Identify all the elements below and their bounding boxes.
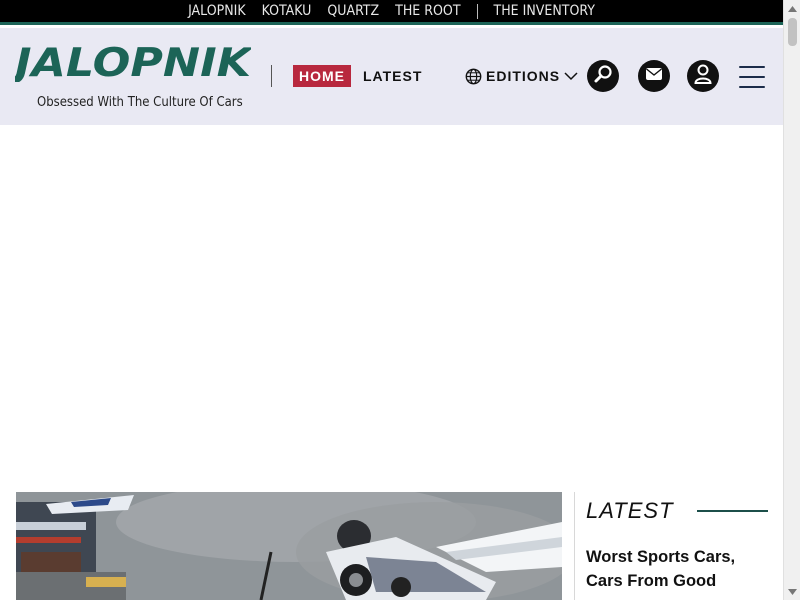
scroll-down-button[interactable] — [784, 583, 800, 600]
menu-button[interactable] — [739, 66, 765, 88]
page-scrollbar[interactable] — [783, 0, 800, 600]
latest-title-rule — [697, 510, 768, 512]
mail-icon — [645, 67, 663, 86]
network-link-the-root[interactable]: THE ROOT — [395, 3, 460, 19]
network-divider — [476, 3, 478, 19]
search-icon — [593, 64, 613, 89]
nav-home[interactable]: HOME — [293, 65, 351, 87]
network-link-jalopnik[interactable]: JALOPNIK — [188, 3, 246, 19]
user-icon — [693, 63, 713, 90]
scroll-thumb[interactable] — [788, 18, 797, 46]
site-header: JALOPNIK Obsessed With The Culture Of Ca… — [0, 28, 783, 125]
newsletter-button[interactable] — [638, 60, 670, 92]
chevron-down-icon — [788, 588, 797, 595]
menu-icon-line — [739, 76, 765, 78]
menu-icon-line — [739, 86, 765, 88]
editions-dropdown[interactable]: EDITIONS — [465, 65, 578, 87]
network-link-the-inventory[interactable]: THE INVENTORY — [494, 3, 595, 19]
chevron-up-icon — [788, 5, 797, 12]
menu-icon-line — [739, 66, 765, 68]
ad-slot — [0, 125, 783, 490]
network-link-kotaku[interactable]: KOTAKU — [262, 3, 312, 19]
latest-section-title: LATEST — [586, 498, 674, 523]
globe-icon — [465, 68, 482, 85]
site-logo[interactable]: JALOPNIK — [7, 41, 254, 86]
chevron-down-icon — [564, 71, 578, 81]
editions-label: EDITIONS — [486, 68, 561, 84]
logo-text: JALOPNIK — [15, 42, 251, 82]
latest-headline-link[interactable]: Worst Sports Cars, Cars From Good — [586, 545, 766, 593]
search-button[interactable] — [587, 60, 619, 92]
network-bar: JALOPNIK KOTAKU QUARTZ THE ROOT THE INVE… — [0, 0, 783, 25]
nav-latest[interactable]: LATEST — [363, 65, 422, 87]
scroll-up-button[interactable] — [784, 0, 800, 17]
network-link-quartz[interactable]: QUARTZ — [327, 3, 379, 19]
account-button[interactable] — [687, 60, 719, 92]
header-divider — [271, 65, 272, 87]
site-tagline: Obsessed With The Culture Of Cars — [37, 95, 243, 110]
hero-image[interactable] — [16, 492, 562, 600]
sidebar-divider — [574, 492, 575, 600]
